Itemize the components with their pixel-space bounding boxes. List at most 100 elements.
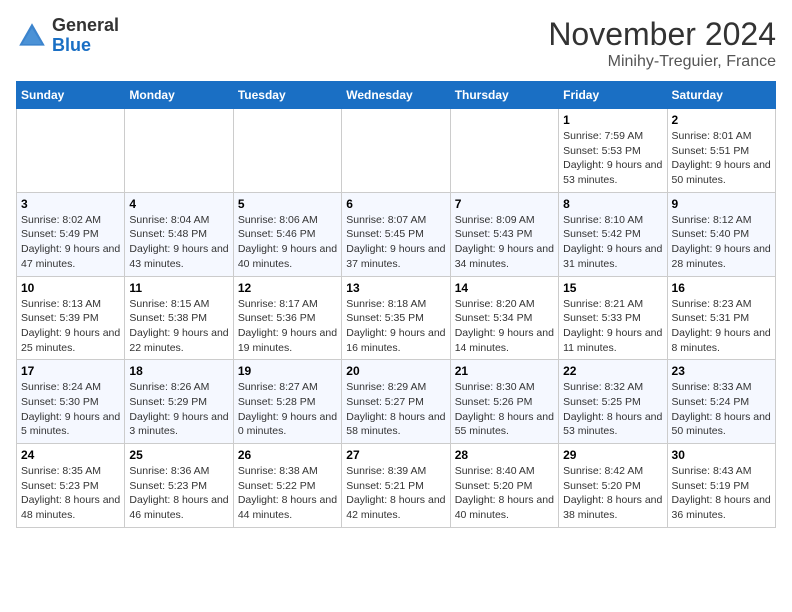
day-number: 16 (672, 281, 771, 295)
logo-icon (16, 20, 48, 52)
day-number: 19 (238, 364, 337, 378)
day-number: 25 (129, 448, 228, 462)
calendar-cell: 30Sunrise: 8:43 AM Sunset: 5:19 PM Dayli… (667, 444, 775, 528)
day-number: 9 (672, 197, 771, 211)
calendar-week-row: 1 Sunrise: 7:59 AM Sunset: 5:53 PM Daylig… (17, 109, 776, 193)
title-block: November 2024 Minihy-Treguier, France (548, 16, 776, 71)
calendar-cell: 4 Sunrise: 8:04 AM Sunset: 5:48 PM Daylig… (125, 192, 233, 276)
calendar-cell: 28Sunrise: 8:40 AM Sunset: 5:20 PM Dayli… (450, 444, 558, 528)
day-info: Sunrise: 8:02 AM Sunset: 5:49 PM Dayligh… (21, 213, 120, 272)
day-info: Sunrise: 7:59 AM Sunset: 5:53 PM Dayligh… (563, 129, 662, 188)
weekday-header: Tuesday (233, 82, 341, 109)
day-number: 12 (238, 281, 337, 295)
day-info: Sunrise: 8:26 AM Sunset: 5:29 PM Dayligh… (129, 380, 228, 439)
calendar-cell: 17 Sunrise: 8:24 AM Sunset: 5:30 PM Dayli… (17, 360, 125, 444)
day-number: 17 (21, 364, 120, 378)
calendar-cell: 21 Sunrise: 8:30 AM Sunset: 5:26 PM Dayli… (450, 360, 558, 444)
calendar-cell (342, 109, 450, 193)
day-number: 22 (563, 364, 662, 378)
day-info: Sunrise: 8:29 AM Sunset: 5:27 PM Dayligh… (346, 380, 445, 439)
calendar-cell: 22 Sunrise: 8:32 AM Sunset: 5:25 PM Dayli… (559, 360, 667, 444)
weekday-header: Monday (125, 82, 233, 109)
calendar-cell: 10 Sunrise: 8:13 AM Sunset: 5:39 PM Dayli… (17, 276, 125, 360)
calendar-cell: 20 Sunrise: 8:29 AM Sunset: 5:27 PM Dayli… (342, 360, 450, 444)
day-info: Sunrise: 8:30 AM Sunset: 5:26 PM Dayligh… (455, 380, 554, 439)
day-number: 1 (563, 113, 662, 127)
day-number: 8 (563, 197, 662, 211)
day-number: 24 (21, 448, 120, 462)
day-info: Sunrise: 8:15 AM Sunset: 5:38 PM Dayligh… (129, 297, 228, 356)
day-number: 2 (672, 113, 771, 127)
day-info: Sunrise: 8:07 AM Sunset: 5:45 PM Dayligh… (346, 213, 445, 272)
calendar-cell: 3 Sunrise: 8:02 AM Sunset: 5:49 PM Daylig… (17, 192, 125, 276)
weekday-header: Wednesday (342, 82, 450, 109)
day-info: Sunrise: 8:04 AM Sunset: 5:48 PM Dayligh… (129, 213, 228, 272)
weekday-header: Thursday (450, 82, 558, 109)
day-info: Sunrise: 8:23 AM Sunset: 5:31 PM Dayligh… (672, 297, 771, 356)
calendar-cell: 19 Sunrise: 8:27 AM Sunset: 5:28 PM Dayli… (233, 360, 341, 444)
day-info: Sunrise: 8:40 AM Sunset: 5:20 PM Dayligh… (455, 464, 554, 523)
calendar-cell: 26Sunrise: 8:38 AM Sunset: 5:22 PM Dayli… (233, 444, 341, 528)
day-number: 11 (129, 281, 228, 295)
day-number: 14 (455, 281, 554, 295)
day-info: Sunrise: 8:43 AM Sunset: 5:19 PM Dayligh… (672, 464, 771, 523)
day-number: 23 (672, 364, 771, 378)
day-number: 26 (238, 448, 337, 462)
logo-text: General Blue (52, 16, 119, 56)
calendar-cell: 1 Sunrise: 7:59 AM Sunset: 5:53 PM Daylig… (559, 109, 667, 193)
day-info: Sunrise: 8:24 AM Sunset: 5:30 PM Dayligh… (21, 380, 120, 439)
day-info: Sunrise: 8:06 AM Sunset: 5:46 PM Dayligh… (238, 213, 337, 272)
day-number: 21 (455, 364, 554, 378)
day-info: Sunrise: 8:20 AM Sunset: 5:34 PM Dayligh… (455, 297, 554, 356)
day-info: Sunrise: 8:13 AM Sunset: 5:39 PM Dayligh… (21, 297, 120, 356)
day-info: Sunrise: 8:12 AM Sunset: 5:40 PM Dayligh… (672, 213, 771, 272)
calendar-cell: 14 Sunrise: 8:20 AM Sunset: 5:34 PM Dayli… (450, 276, 558, 360)
calendar-cell: 11 Sunrise: 8:15 AM Sunset: 5:38 PM Dayli… (125, 276, 233, 360)
calendar-cell: 29Sunrise: 8:42 AM Sunset: 5:20 PM Dayli… (559, 444, 667, 528)
day-info: Sunrise: 8:27 AM Sunset: 5:28 PM Dayligh… (238, 380, 337, 439)
calendar-cell: 23 Sunrise: 8:33 AM Sunset: 5:24 PM Dayli… (667, 360, 775, 444)
calendar-cell: 8 Sunrise: 8:10 AM Sunset: 5:42 PM Daylig… (559, 192, 667, 276)
calendar-week-row: 17 Sunrise: 8:24 AM Sunset: 5:30 PM Dayli… (17, 360, 776, 444)
weekday-header: Saturday (667, 82, 775, 109)
calendar-week-row: 10 Sunrise: 8:13 AM Sunset: 5:39 PM Dayli… (17, 276, 776, 360)
day-number: 4 (129, 197, 228, 211)
calendar-cell: 7 Sunrise: 8:09 AM Sunset: 5:43 PM Daylig… (450, 192, 558, 276)
calendar-cell: 2 Sunrise: 8:01 AM Sunset: 5:51 PM Daylig… (667, 109, 775, 193)
calendar-table: SundayMondayTuesdayWednesdayThursdayFrid… (16, 81, 776, 528)
day-info: Sunrise: 8:32 AM Sunset: 5:25 PM Dayligh… (563, 380, 662, 439)
day-info: Sunrise: 8:09 AM Sunset: 5:43 PM Dayligh… (455, 213, 554, 272)
day-number: 3 (21, 197, 120, 211)
day-number: 18 (129, 364, 228, 378)
calendar-week-row: 3 Sunrise: 8:02 AM Sunset: 5:49 PM Daylig… (17, 192, 776, 276)
page-header: General Blue November 2024 Minihy-Tregui… (16, 16, 776, 71)
logo: General Blue (16, 16, 119, 56)
calendar-cell: 15Sunrise: 8:21 AM Sunset: 5:33 PM Dayli… (559, 276, 667, 360)
weekday-header-row: SundayMondayTuesdayWednesdayThursdayFrid… (17, 82, 776, 109)
calendar-cell (17, 109, 125, 193)
day-number: 6 (346, 197, 445, 211)
calendar-cell: 12Sunrise: 8:17 AM Sunset: 5:36 PM Dayli… (233, 276, 341, 360)
day-number: 20 (346, 364, 445, 378)
day-info: Sunrise: 8:35 AM Sunset: 5:23 PM Dayligh… (21, 464, 120, 523)
day-info: Sunrise: 8:01 AM Sunset: 5:51 PM Dayligh… (672, 129, 771, 188)
day-info: Sunrise: 8:33 AM Sunset: 5:24 PM Dayligh… (672, 380, 771, 439)
day-number: 29 (563, 448, 662, 462)
calendar-cell: 16 Sunrise: 8:23 AM Sunset: 5:31 PM Dayli… (667, 276, 775, 360)
calendar-cell: 25 Sunrise: 8:36 AM Sunset: 5:23 PM Dayli… (125, 444, 233, 528)
day-number: 27 (346, 448, 445, 462)
weekday-header: Sunday (17, 82, 125, 109)
calendar-cell: 18 Sunrise: 8:26 AM Sunset: 5:29 PM Dayli… (125, 360, 233, 444)
logo-blue-text: Blue (52, 36, 119, 56)
day-number: 7 (455, 197, 554, 211)
logo-general-text: General (52, 16, 119, 36)
day-number: 15 (563, 281, 662, 295)
weekday-header: Friday (559, 82, 667, 109)
day-number: 5 (238, 197, 337, 211)
calendar-cell: 27Sunrise: 8:39 AM Sunset: 5:21 PM Dayli… (342, 444, 450, 528)
calendar-week-row: 24 Sunrise: 8:35 AM Sunset: 5:23 PM Dayli… (17, 444, 776, 528)
day-info: Sunrise: 8:10 AM Sunset: 5:42 PM Dayligh… (563, 213, 662, 272)
calendar-cell: 5 Sunrise: 8:06 AM Sunset: 5:46 PM Daylig… (233, 192, 341, 276)
day-number: 10 (21, 281, 120, 295)
day-info: Sunrise: 8:36 AM Sunset: 5:23 PM Dayligh… (129, 464, 228, 523)
